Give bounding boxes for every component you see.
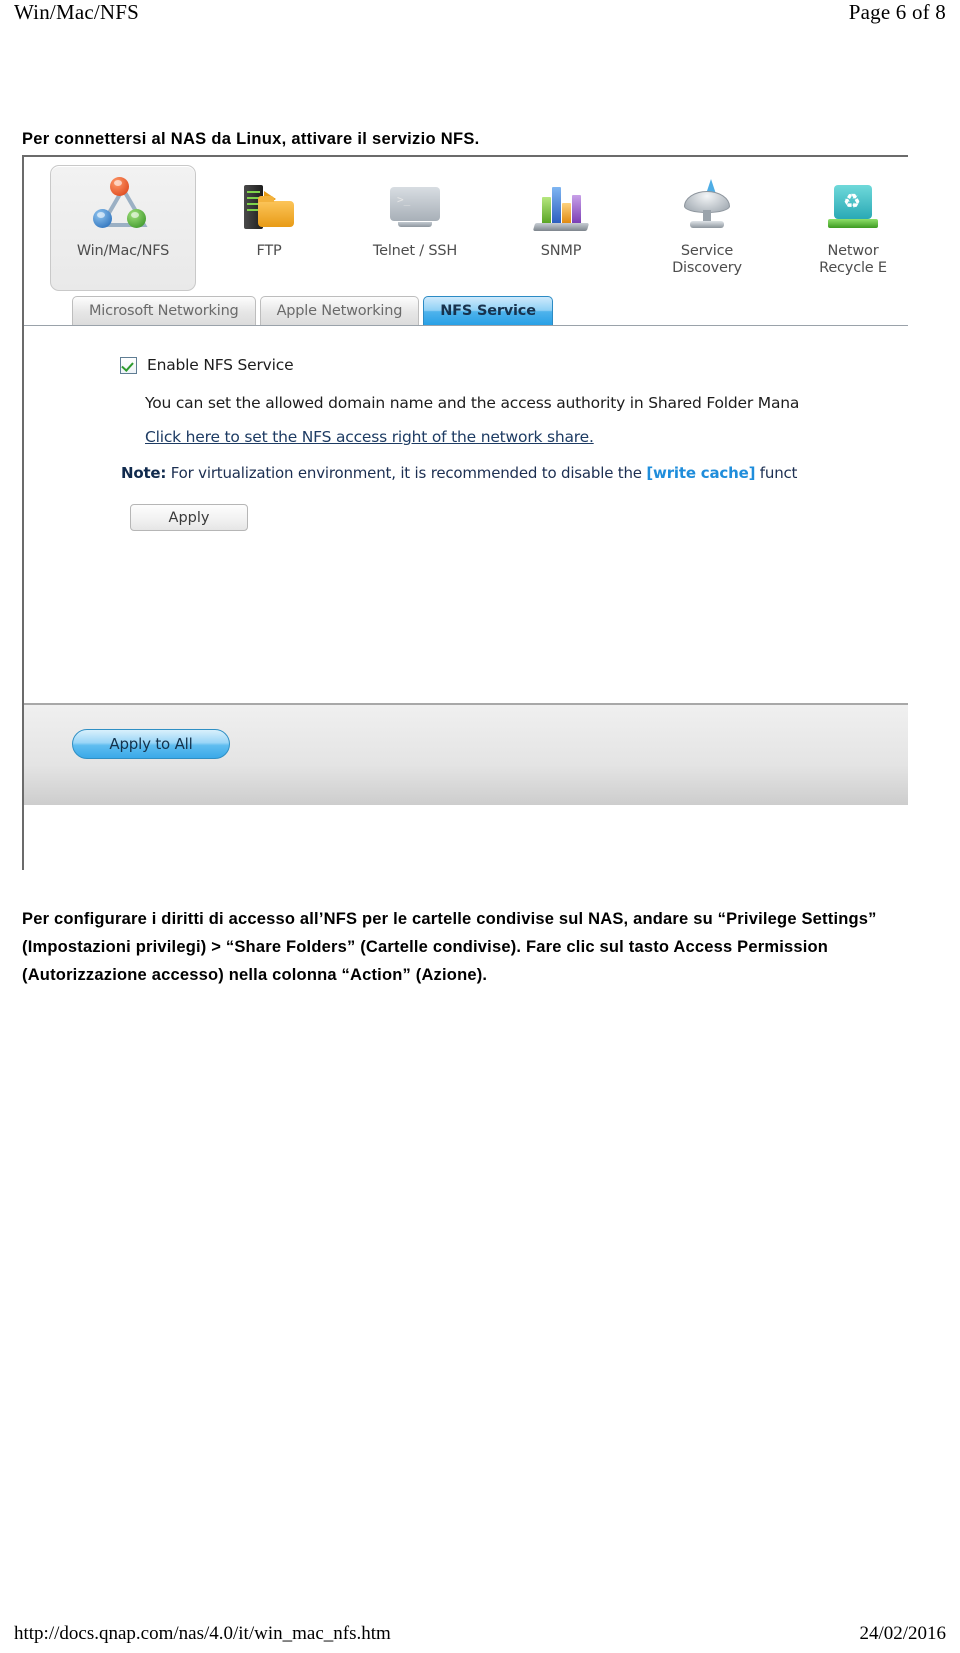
- win-mac-nfs-icon: [92, 177, 154, 237]
- qnap-admin-screenshot: Win/Mac/NFS FTP Telnet / SSH SNMP Servic…: [22, 155, 908, 870]
- service-icon-network-recycle-bin[interactable]: Networ Recycle E: [780, 165, 908, 277]
- footer-date: 24/02/2016: [859, 1623, 946, 1644]
- enable-nfs-service-row[interactable]: Enable NFS Service: [120, 356, 908, 374]
- enable-nfs-service-checkbox[interactable]: [120, 356, 137, 374]
- virtualization-note: Note: For virtualization environment, it…: [121, 464, 908, 482]
- note-text-before: For virtualization environment, it is re…: [166, 464, 647, 482]
- settings-tab-strip: Microsoft Networking Apple Networking NF…: [24, 295, 908, 325]
- service-icon-label: Networ Recycle E: [819, 243, 887, 276]
- network-recycle-bin-icon: [822, 177, 884, 237]
- page-footer: http://docs.qnap.com/nas/4.0/it/win_mac_…: [14, 1623, 946, 1645]
- note-label: Note:: [121, 464, 167, 482]
- ftp-icon: [238, 177, 300, 237]
- service-icon-label: Telnet / SSH: [372, 243, 458, 259]
- service-icon-label: Win/Mac/NFS: [76, 243, 170, 259]
- service-icon-label: Service Discovery: [672, 243, 742, 276]
- service-icon-label: FTP: [256, 243, 282, 259]
- snmp-icon: [530, 177, 592, 237]
- tab-microsoft-networking[interactable]: Microsoft Networking: [72, 296, 256, 325]
- service-icon-label: SNMP: [540, 243, 582, 259]
- page-header: Win/Mac/NFS Page 6 of 8: [14, 0, 946, 34]
- service-icon-win-mac-nfs[interactable]: Win/Mac/NFS: [50, 165, 196, 291]
- service-icon-ftp[interactable]: FTP: [196, 165, 342, 260]
- service-icon-snmp[interactable]: SNMP: [488, 165, 634, 260]
- write-cache-highlight: [write cache]: [646, 464, 756, 482]
- apply-button[interactable]: Apply: [130, 504, 248, 531]
- nfs-access-right-link[interactable]: Click here to set the NFS access right o…: [145, 428, 908, 446]
- tab-apple-networking[interactable]: Apple Networking: [259, 296, 420, 325]
- apply-to-all-button[interactable]: Apply to All: [72, 729, 230, 759]
- nfs-description-text: You can set the allowed domain name and …: [145, 394, 800, 412]
- tab-nfs-service[interactable]: NFS Service: [423, 296, 553, 325]
- footer-source-url: http://docs.qnap.com/nas/4.0/it/win_mac_…: [14, 1623, 391, 1644]
- nfs-service-panel: Enable NFS Service You can set the allow…: [24, 325, 908, 805]
- intro-sentence: Per connettersi al NAS da Linux, attivar…: [22, 130, 480, 148]
- service-icon-bar: Win/Mac/NFS FTP Telnet / SSH SNMP Servic…: [24, 157, 908, 295]
- service-icon-telnet-ssh[interactable]: Telnet / SSH: [342, 165, 488, 260]
- header-document-title: Win/Mac/NFS: [14, 0, 140, 24]
- body-paragraph: Per configurare i diritti di accesso all…: [22, 910, 877, 984]
- note-text-after: funct: [755, 464, 798, 482]
- telnet-ssh-icon: [384, 177, 446, 237]
- service-icon-service-discovery[interactable]: Service Discovery: [634, 165, 780, 277]
- service-discovery-icon: [676, 177, 738, 237]
- header-page-number: Page 6 of 8: [848, 0, 946, 24]
- enable-nfs-service-label: Enable NFS Service: [147, 356, 294, 374]
- panel-footer-bar: Apply to All: [24, 703, 908, 805]
